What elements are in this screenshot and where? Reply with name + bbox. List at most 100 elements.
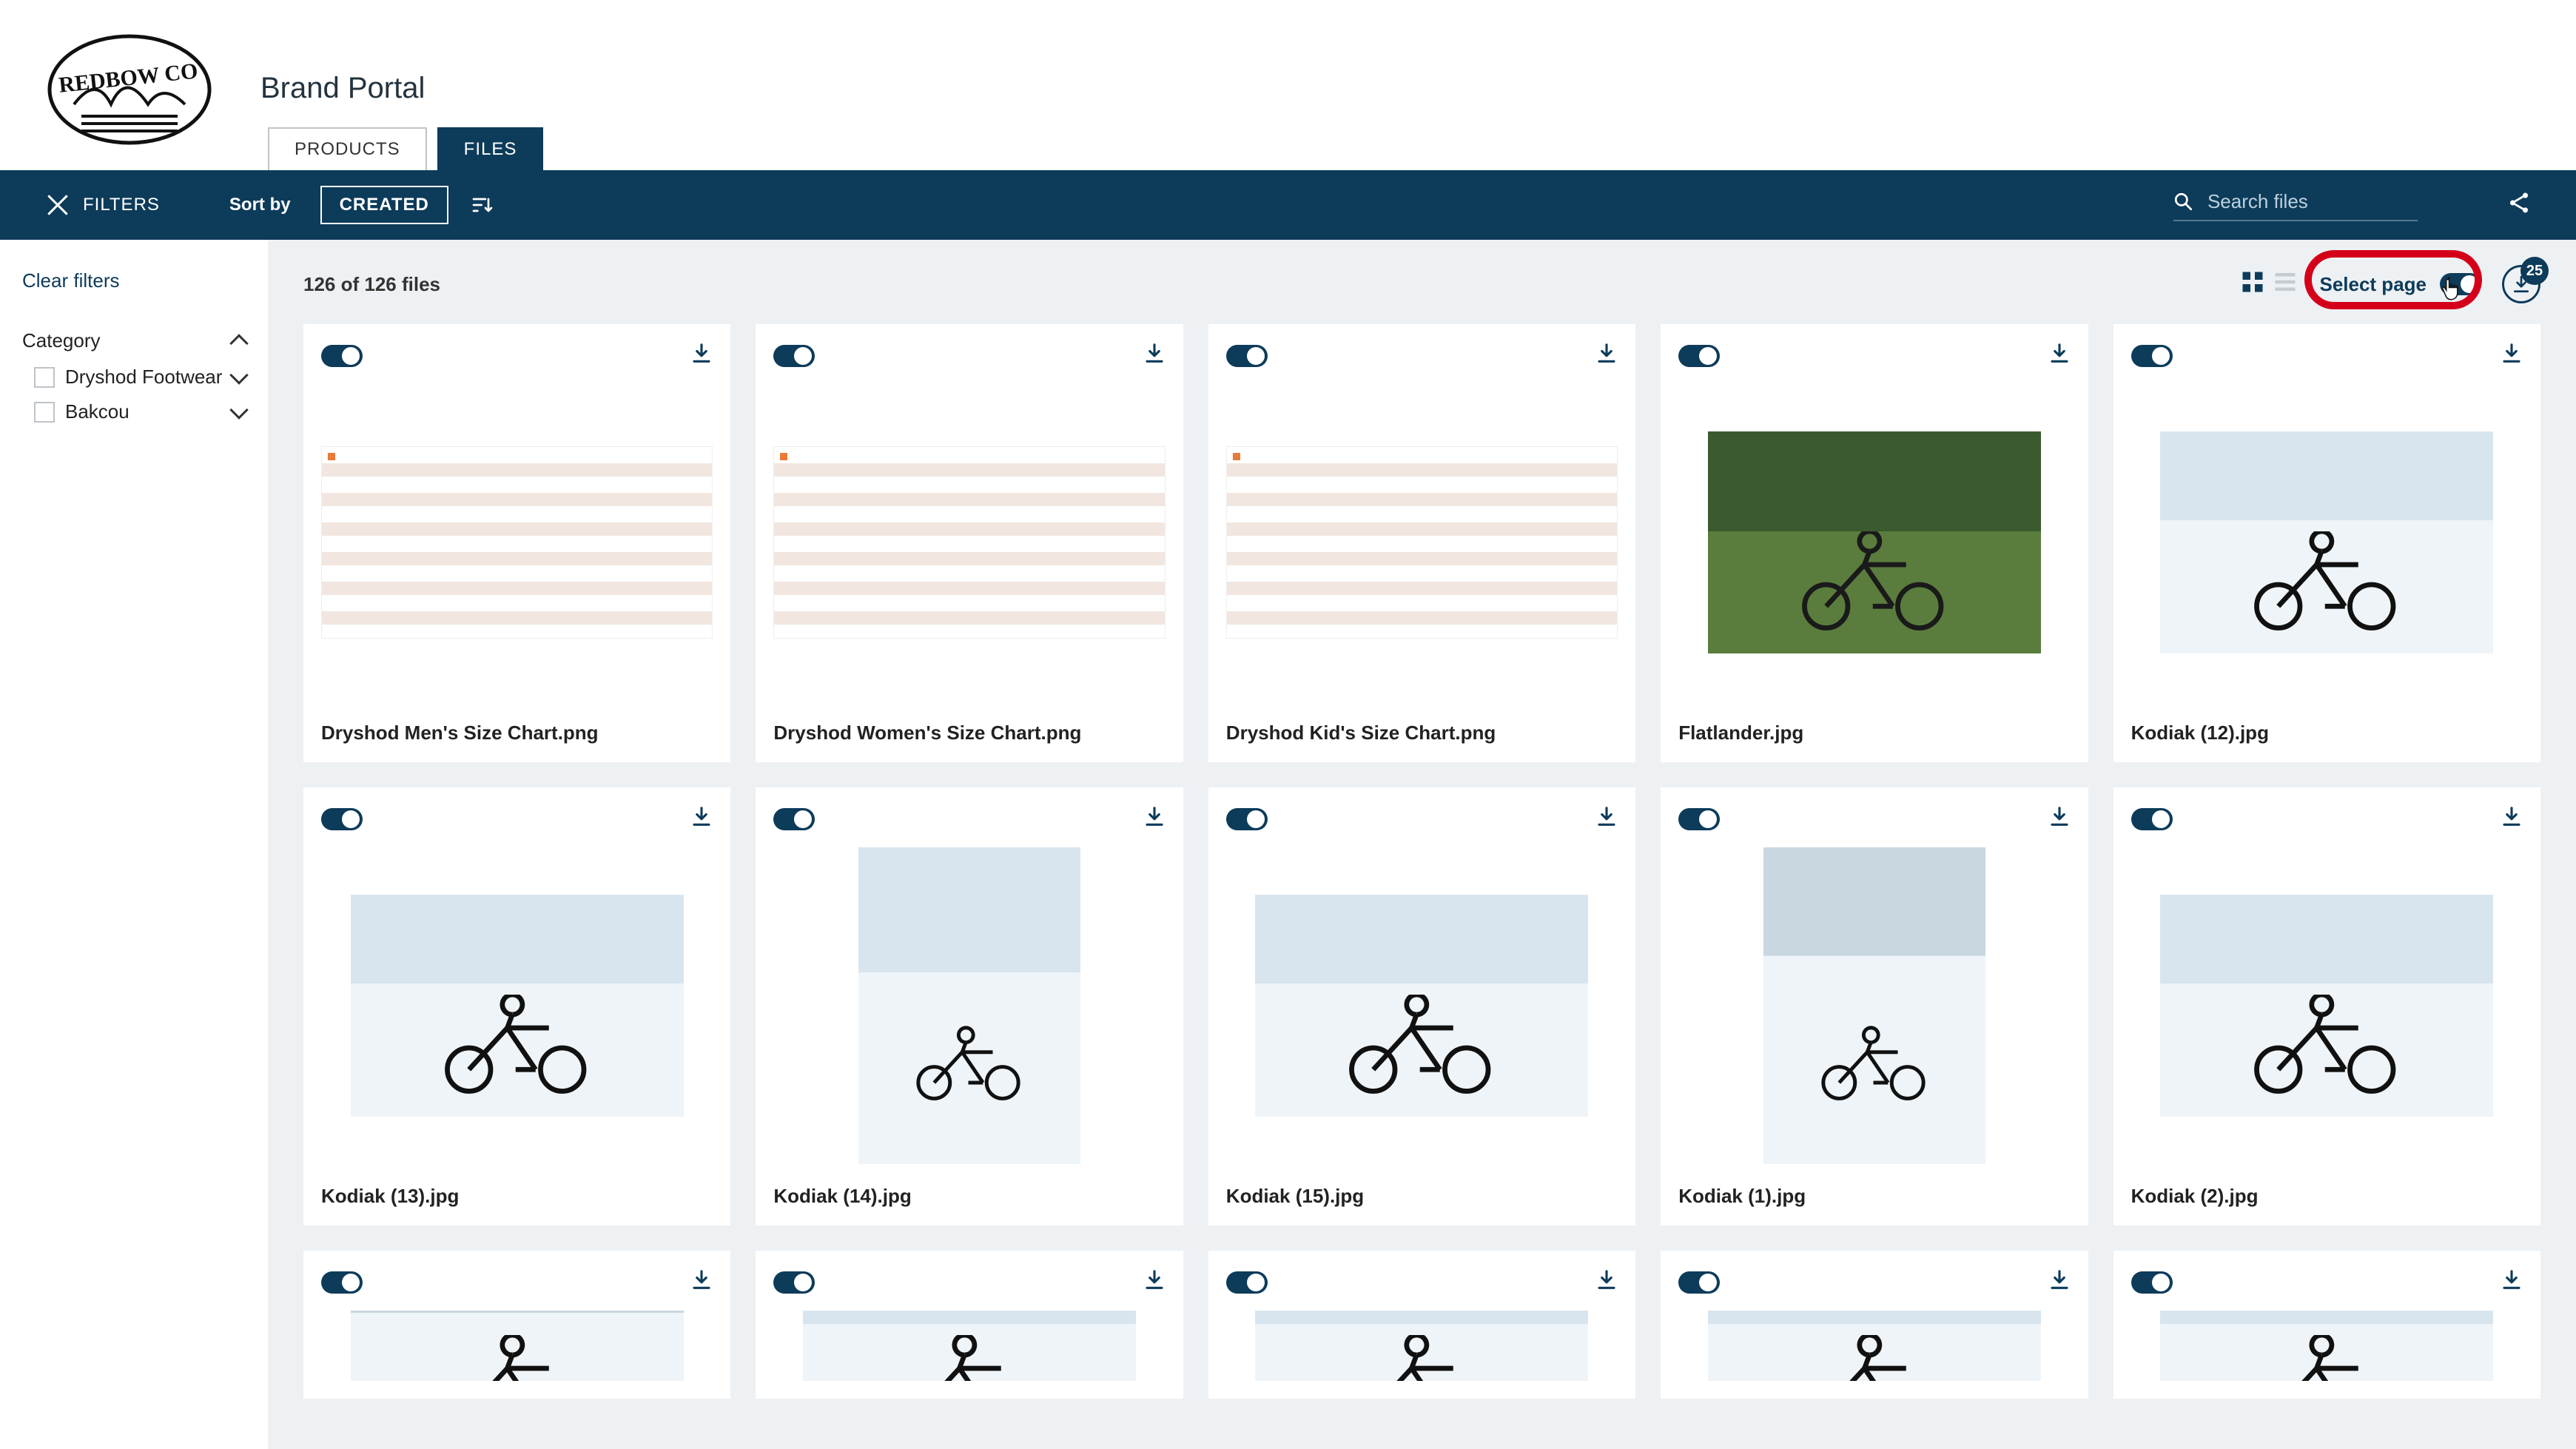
download-icon	[2501, 1268, 2523, 1291]
download-count-badge: 25	[2520, 257, 2549, 285]
file-card[interactable]	[303, 1251, 730, 1399]
file-select-toggle[interactable]	[2131, 808, 2173, 830]
sort-direction-toggle[interactable]	[471, 193, 494, 217]
facet-category-header[interactable]: Category	[22, 329, 246, 360]
file-select-toggle[interactable]	[1226, 345, 1268, 367]
file-select-toggle[interactable]	[1226, 1271, 1268, 1294]
file-download-button[interactable]	[2048, 342, 2071, 369]
checkbox-icon	[34, 367, 55, 388]
facet-item-dryshod[interactable]: Dryshod Footwear	[34, 360, 246, 394]
file-select-toggle[interactable]	[773, 1271, 815, 1294]
file-download-button[interactable]	[1595, 805, 1618, 833]
close-icon	[44, 192, 71, 218]
file-download-button[interactable]	[2048, 805, 2071, 833]
file-select-toggle[interactable]	[1678, 808, 1720, 830]
thumbnail	[2131, 384, 2523, 701]
file-select-toggle[interactable]	[2131, 345, 2173, 367]
search-input[interactable]	[2206, 189, 2418, 214]
file-card[interactable]: Flatlander.jpg	[1661, 324, 2088, 762]
list-view-button[interactable]	[2272, 269, 2298, 300]
select-page-toggle[interactable]	[2440, 273, 2481, 295]
file-download-button[interactable]	[2501, 342, 2523, 369]
thumbnail-photo	[858, 847, 1080, 1164]
file-name: Kodiak (14).jpg	[773, 1185, 1165, 1208]
file-card[interactable]: Kodiak (12).jpg	[2113, 324, 2540, 762]
content-header: 126 of 126 files	[303, 265, 2540, 303]
thumbnail	[321, 847, 713, 1164]
file-card[interactable]: Dryshod Women's Size Chart.png	[756, 324, 1183, 762]
filters-label: FILTERS	[83, 195, 160, 215]
file-card[interactable]	[756, 1251, 1183, 1399]
thumbnail	[773, 384, 1165, 701]
filters-toggle[interactable]: FILTERS	[44, 192, 160, 218]
file-select-toggle[interactable]	[321, 1271, 363, 1294]
file-select-toggle[interactable]	[773, 808, 815, 830]
file-card[interactable]: Kodiak (14).jpg	[756, 787, 1183, 1226]
facet-item-bakcou[interactable]: Bakcou	[34, 394, 246, 429]
file-select-toggle[interactable]	[1678, 345, 1720, 367]
file-card[interactable]: Dryshod Kid's Size Chart.png	[1208, 324, 1635, 762]
thumbnail-photo	[1708, 431, 2041, 653]
file-card[interactable]: Kodiak (2).jpg	[2113, 787, 2540, 1226]
file-card[interactable]: Dryshod Men's Size Chart.png	[303, 324, 730, 762]
file-select-toggle[interactable]	[773, 345, 815, 367]
top-header: REDBOW CO Brand Portal PRODUCTS FILES	[0, 0, 2576, 170]
sort-dropdown[interactable]: CREATED	[320, 186, 448, 224]
chevron-up-icon	[229, 334, 248, 352]
file-name: Dryshod Men's Size Chart.png	[321, 722, 713, 744]
file-card[interactable]	[1661, 1251, 2088, 1399]
tab-products[interactable]: PRODUCTS	[268, 127, 427, 170]
download-icon	[1595, 1268, 1618, 1291]
file-download-button[interactable]	[690, 342, 713, 369]
facet-category-label: Category	[22, 329, 101, 352]
file-select-toggle[interactable]	[1226, 808, 1268, 830]
grid-view-button[interactable]	[2239, 269, 2266, 300]
file-card[interactable]: Kodiak (13).jpg	[303, 787, 730, 1226]
file-card[interactable]	[1208, 1251, 1635, 1399]
download-icon	[690, 1268, 713, 1291]
filters-sidebar: Clear filters Category Dryshod Footwear	[0, 240, 268, 1449]
main-area: Clear filters Category Dryshod Footwear	[0, 240, 2576, 1449]
file-download-button[interactable]	[1595, 1268, 1618, 1296]
facet-item-label: Dryshod Footwear	[65, 366, 222, 389]
file-download-button[interactable]	[690, 1268, 713, 1296]
toolbar: FILTERS Sort by CREATED	[0, 170, 2576, 240]
tab-files[interactable]: FILES	[437, 127, 544, 170]
file-download-button[interactable]	[2501, 1268, 2523, 1296]
file-name: Kodiak (1).jpg	[1678, 1185, 2070, 1208]
search-field[interactable]	[2173, 189, 2418, 221]
thumbnail-photo	[1763, 847, 1985, 1164]
thumbnail	[1226, 847, 1618, 1164]
thumbnail	[773, 847, 1165, 1164]
download-icon	[2048, 1268, 2071, 1291]
file-card[interactable]: Kodiak (15).jpg	[1208, 787, 1635, 1226]
file-select-toggle[interactable]	[321, 808, 363, 830]
file-download-button[interactable]	[2501, 805, 2523, 833]
share-button[interactable]	[2506, 190, 2532, 221]
file-select-toggle[interactable]	[1678, 1271, 1720, 1294]
thumbnail	[1678, 1311, 2070, 1381]
file-download-button[interactable]	[1143, 805, 1166, 833]
download-icon	[2048, 805, 2071, 827]
file-download-button[interactable]	[2048, 1268, 2071, 1296]
file-name: Dryshod Kid's Size Chart.png	[1226, 722, 1618, 744]
thumbnail-photo	[1255, 895, 1588, 1117]
file-download-button[interactable]	[1143, 1268, 1166, 1296]
file-select-toggle[interactable]	[2131, 1271, 2173, 1294]
checkbox-icon	[34, 402, 55, 423]
clear-filters-link[interactable]: Clear filters	[22, 269, 246, 292]
download-cart[interactable]: 25	[2502, 265, 2540, 303]
file-download-button[interactable]	[690, 805, 713, 833]
facet-item-label: Bakcou	[65, 400, 130, 423]
file-name: Kodiak (12).jpg	[2131, 722, 2523, 744]
thumbnail-photo	[1255, 1311, 1588, 1381]
file-card[interactable]	[2113, 1251, 2540, 1399]
file-select-toggle[interactable]	[321, 345, 363, 367]
content-area: 126 of 126 files	[268, 240, 2576, 1449]
file-download-button[interactable]	[1143, 342, 1166, 369]
sortby-label: Sort by	[229, 195, 291, 215]
file-download-button[interactable]	[1595, 342, 1618, 369]
file-card[interactable]: Kodiak (1).jpg	[1661, 787, 2088, 1226]
thumbnail	[321, 1311, 713, 1381]
thumbnail	[2131, 1311, 2523, 1381]
